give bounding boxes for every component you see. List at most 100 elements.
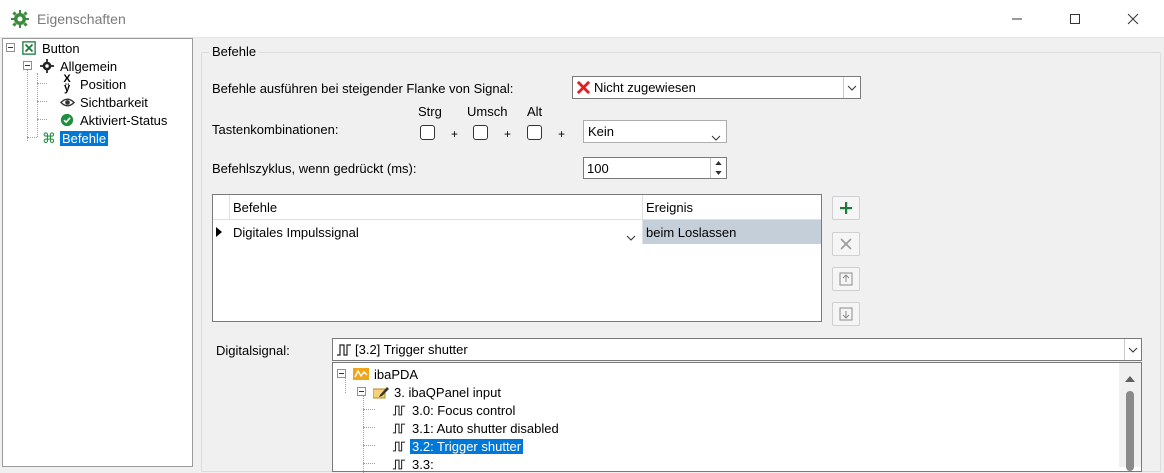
collapse-toggle[interactable] — [23, 61, 32, 70]
window-title: Eigenschaften — [37, 11, 126, 27]
signal-label: Befehle ausführen bei steigender Flanke … — [212, 81, 514, 96]
plus-sign: + — [451, 127, 459, 141]
tree-item-label: 3.1: Auto shutter disabled — [412, 420, 559, 436]
tree-item-signal[interactable]: 3.1: Auto shutter disabled — [391, 419, 561, 437]
table-cell-command[interactable]: Digitales Impulssignal — [230, 220, 643, 244]
property-tree[interactable]: Button Allgemein Xÿ Position Sichtbarkei… — [2, 38, 193, 467]
arrow-down-icon — [839, 307, 853, 321]
delete-x-icon — [840, 238, 852, 250]
pulse-signal-icon — [391, 456, 407, 472]
plus-sign: + — [504, 127, 512, 141]
commands-grid[interactable]: Befehle Ereignis Digitales Impulssignal … — [212, 194, 822, 322]
tree-item-label: 3. ibaQPanel input — [394, 384, 501, 400]
scrollbar-thumb[interactable] — [1126, 391, 1134, 471]
plus-icon — [840, 202, 852, 214]
delete-command-button[interactable] — [832, 232, 860, 256]
key-combobox[interactable]: Kein — [583, 120, 727, 143]
close-icon — [1127, 13, 1139, 25]
umsch-checkbox[interactable] — [473, 125, 488, 140]
chevron-down-icon — [711, 129, 721, 144]
signal-tree-scrollbar[interactable] — [1119, 363, 1141, 471]
command-icon: ⌘ — [42, 129, 56, 146]
chevron-down-icon[interactable] — [1124, 339, 1141, 360]
spin-up-icon[interactable] — [711, 158, 726, 168]
tree-item-button[interactable]: Button — [21, 39, 82, 57]
minimize-icon — [1012, 18, 1022, 20]
cycle-value: 100 — [587, 160, 609, 176]
tree-item-label: Position — [80, 76, 127, 92]
tree-item-label: 3.0: Focus control — [412, 402, 516, 418]
collapse-toggle[interactable] — [357, 387, 366, 396]
arrow-up-icon — [839, 272, 853, 286]
table-cell-event[interactable]: beim Loslassen — [643, 220, 821, 244]
check-circle-icon — [59, 112, 75, 128]
digital-signal-label: Digitalsignal: — [216, 343, 290, 358]
move-down-button[interactable] — [832, 302, 860, 326]
column-header-event[interactable]: Ereignis — [643, 195, 821, 220]
key-value: Kein — [588, 124, 615, 139]
strg-checkbox[interactable] — [420, 125, 435, 140]
close-button[interactable] — [1104, 0, 1162, 38]
tree-item-label: Aktiviert-Status — [80, 112, 168, 128]
excel-x-icon — [21, 40, 37, 56]
modifier-alt-label: Alt — [527, 104, 543, 119]
alt-checkbox[interactable] — [527, 125, 542, 140]
digital-signal-combobox[interactable]: [3.2] Trigger shutter — [332, 338, 1142, 361]
digital-signal-value: [3.2] Trigger shutter — [355, 342, 468, 357]
column-header-command[interactable]: Befehle — [230, 195, 643, 220]
scroll-up-icon[interactable] — [1125, 370, 1135, 385]
splitter[interactable] — [194, 38, 198, 467]
plus-sign: + — [558, 127, 566, 141]
tree-item-aktiviert-status[interactable]: Aktiviert-Status — [59, 111, 169, 129]
tree-item-signal-selected[interactable]: 3.2: Trigger shutter — [391, 437, 524, 455]
pulse-signal-icon — [391, 402, 407, 418]
tree-item-befehle[interactable]: ⌘ Befehle — [41, 129, 109, 147]
red-x-icon — [576, 80, 591, 95]
maximize-icon — [1070, 14, 1080, 24]
tree-item-sichtbarkeit[interactable]: Sichtbarkeit — [59, 93, 150, 111]
tree-item-label: Allgemein — [60, 58, 118, 74]
xy-icon: Xÿ — [63, 73, 71, 94]
gear-icon — [39, 58, 55, 74]
modifier-strg-label: Strg — [418, 104, 442, 119]
chevron-down-icon[interactable] — [843, 77, 860, 98]
signal-tree[interactable]: ibaPDA 3. ibaQPanel input 3.0: Focus con… — [332, 362, 1142, 473]
tree-item-label: 3.2: Trigger shutter — [410, 438, 524, 454]
signal-value: Nicht zugewiesen — [594, 80, 696, 95]
pulse-signal-icon — [391, 438, 407, 454]
gear-app-icon — [11, 10, 29, 28]
row-header-corner — [213, 195, 230, 220]
cycle-spinbox[interactable]: 100 — [583, 157, 727, 179]
collapse-toggle[interactable] — [337, 369, 346, 378]
minimize-button[interactable] — [988, 0, 1046, 38]
pulse-signal-icon — [391, 420, 407, 436]
spin-down-icon[interactable] — [711, 168, 726, 178]
command-value: Digitales Impulssignal — [233, 224, 359, 240]
tree-item-panel-input[interactable]: 3. ibaQPanel input — [373, 383, 503, 401]
eye-icon — [59, 94, 75, 110]
tree-item-ibapda[interactable]: ibaPDA — [353, 365, 420, 383]
tree-item-label: Button — [42, 40, 80, 56]
tree-item-signal[interactable]: 3.3: — [391, 455, 436, 473]
tree-item-label: Befehle — [60, 130, 109, 146]
maximize-button[interactable] — [1046, 0, 1104, 38]
pulse-signal-icon — [336, 343, 352, 356]
tree-item-label: ibaPDA — [374, 366, 419, 382]
move-up-button[interactable] — [832, 267, 860, 291]
title-bar: Eigenschaften — [0, 0, 1164, 38]
row-indicator-icon — [216, 220, 230, 244]
collapse-toggle[interactable] — [6, 43, 15, 52]
chevron-down-icon[interactable] — [626, 229, 636, 244]
ibapda-icon — [353, 366, 369, 382]
signal-combobox[interactable]: Nicht zugewiesen — [572, 76, 861, 99]
tree-item-label: Sichtbarkeit — [80, 94, 148, 110]
tree-item-label: 3.3: — [412, 456, 434, 472]
cycle-label: Befehlszyklus, wenn gedrückt (ms): — [212, 161, 417, 176]
add-command-button[interactable] — [832, 196, 860, 220]
group-title: Befehle — [209, 44, 260, 59]
modifier-umsch-label: Umsch — [467, 104, 508, 119]
tree-item-allgemein[interactable]: Allgemein — [39, 57, 119, 75]
tree-item-signal[interactable]: 3.0: Focus control — [391, 401, 517, 419]
tree-item-position[interactable]: Xÿ Position — [59, 73, 128, 94]
module-edit-icon — [373, 384, 389, 400]
